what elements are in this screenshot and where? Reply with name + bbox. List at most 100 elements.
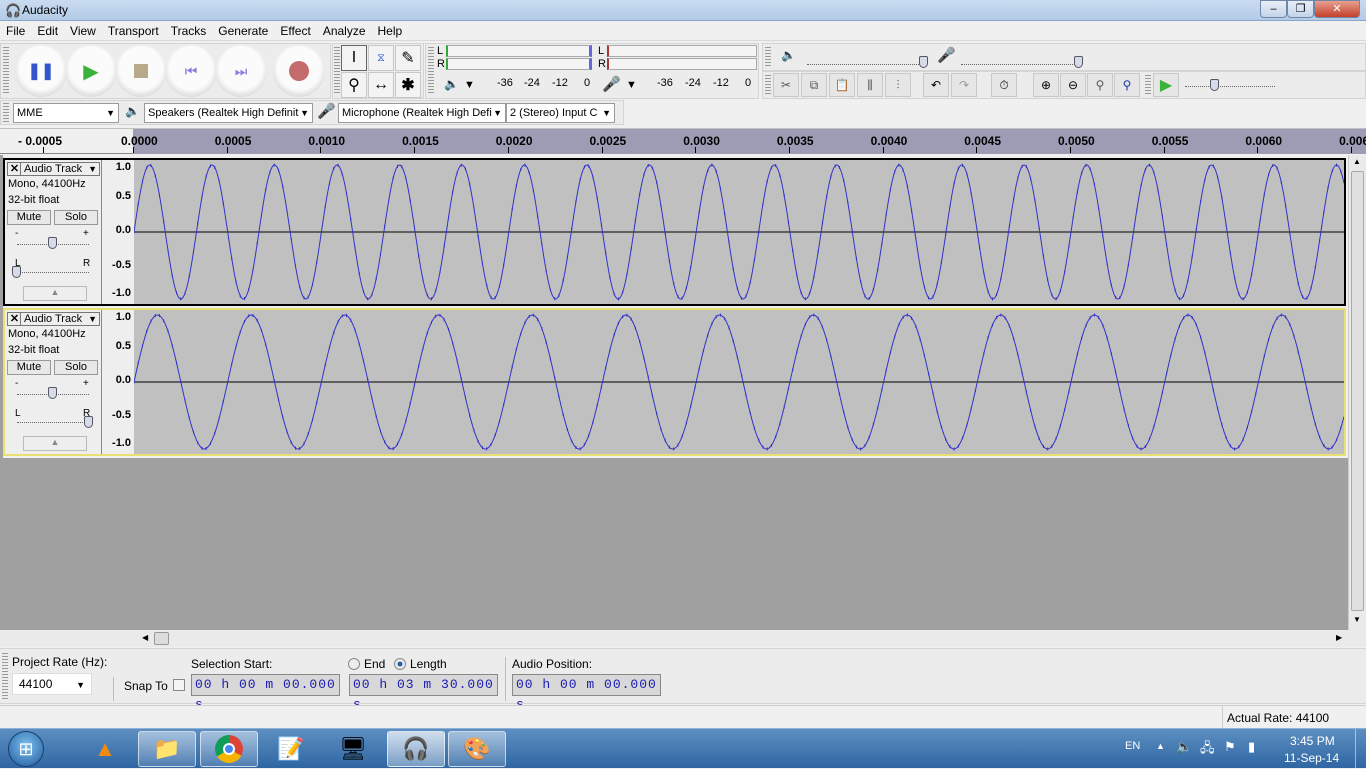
volume-icon[interactable]: 🔈 bbox=[1176, 739, 1192, 755]
timeline-ruler[interactable]: - 0.0005 0.0000 0.0005 0.0010 0.0015 0.0020 0.… bbox=[0, 128, 1366, 154]
project-rate-select[interactable]: 44100 ▼ bbox=[12, 673, 92, 695]
trim-audio-button[interactable]: ⫼ bbox=[857, 73, 883, 97]
taskbar-audacity[interactable]: 🎧 bbox=[387, 731, 445, 767]
audio-track[interactable]: ✕ Audio Track ▼ Mono, 44100Hz 32-bit flo… bbox=[3, 308, 1346, 456]
snap-to-checkbox[interactable] bbox=[173, 679, 185, 691]
vertical-scale[interactable]: 1.0 0.5 0.0 -0.5 -1.0 bbox=[102, 160, 134, 304]
fit-project-button[interactable]: ⚲ bbox=[1114, 73, 1140, 97]
toolbar-grip[interactable] bbox=[334, 47, 340, 95]
menu-edit[interactable]: Edit bbox=[31, 22, 64, 38]
audio-track[interactable]: ✕ Audio Track ▼ Mono, 44100Hz 32-bit flo… bbox=[3, 158, 1346, 306]
trim-button[interactable]: ✂ bbox=[773, 73, 799, 97]
paste-button[interactable]: 📋 bbox=[829, 73, 855, 97]
record-meter-left[interactable] bbox=[607, 45, 757, 57]
network-icon[interactable]: 🖧 bbox=[1200, 739, 1215, 761]
menu-generate[interactable]: Generate bbox=[212, 22, 274, 38]
playback-meter-menu[interactable]: ▼ bbox=[464, 79, 475, 91]
waveform-area[interactable] bbox=[133, 160, 1345, 304]
playback-volume-slider[interactable] bbox=[807, 64, 925, 65]
mute-button[interactable]: Mute bbox=[7, 210, 51, 225]
timeshift-tool[interactable]: ↔ bbox=[368, 72, 394, 98]
record-meter-right[interactable] bbox=[607, 58, 757, 70]
selection-length-field[interactable]: 00 h 03 m 30.000 s bbox=[349, 674, 498, 712]
vertical-scale[interactable]: 1.0 0.5 0.0 -0.5 -1.0 bbox=[102, 310, 134, 454]
collapse-track-button[interactable]: ▲ bbox=[23, 286, 87, 301]
track-name-menu[interactable]: ✕ Audio Track ▼ bbox=[7, 312, 100, 326]
clock-time[interactable]: 3:45 PM bbox=[1290, 734, 1335, 748]
end-radio[interactable] bbox=[348, 658, 360, 670]
menu-transport[interactable]: Transport bbox=[102, 22, 165, 38]
menu-effect[interactable]: Effect bbox=[274, 22, 316, 38]
toolbar-grip[interactable] bbox=[765, 47, 771, 67]
scroll-down-icon[interactable]: ▼ bbox=[1353, 615, 1361, 624]
clock-date[interactable]: 11-Sep-14 bbox=[1284, 751, 1339, 765]
menu-view[interactable]: View bbox=[64, 22, 102, 38]
multi-tool[interactable]: ✱ bbox=[395, 72, 421, 98]
record-volume-slider[interactable] bbox=[961, 64, 1079, 65]
zoom-tool[interactable]: ⚲ bbox=[341, 72, 367, 98]
track-control-panel[interactable]: ✕ Audio Track ▼ Mono, 44100Hz 32-bit flo… bbox=[5, 160, 102, 304]
playback-meter-right[interactable] bbox=[446, 58, 592, 70]
undo-button[interactable]: ↶ bbox=[923, 73, 949, 97]
record-meter-menu[interactable]: ▼ bbox=[626, 79, 637, 91]
vertical-scrollbar[interactable]: ▲ ▼ bbox=[1348, 155, 1366, 630]
waveform-area[interactable] bbox=[133, 310, 1345, 454]
taskbar-chrome[interactable] bbox=[200, 731, 258, 767]
scroll-right-icon[interactable]: ▶ bbox=[1336, 633, 1342, 642]
show-desktop-button[interactable] bbox=[1355, 729, 1366, 769]
pause-button[interactable]: ❚❚ bbox=[15, 45, 67, 97]
toolbar-grip[interactable] bbox=[3, 47, 9, 95]
toolbar-grip[interactable] bbox=[1145, 75, 1151, 95]
close-track-button[interactable]: ✕ bbox=[9, 163, 21, 175]
play-button[interactable]: ▶ bbox=[65, 45, 117, 97]
play-at-speed-button[interactable]: ▶ bbox=[1153, 73, 1179, 97]
horizontal-scroll-thumb[interactable] bbox=[154, 632, 169, 645]
playback-volume-thumb[interactable] bbox=[919, 56, 928, 68]
close-track-button[interactable]: ✕ bbox=[9, 313, 21, 325]
scroll-left-icon[interactable]: ◀ bbox=[142, 633, 148, 642]
sync-lock-button[interactable]: ⏱ bbox=[991, 73, 1017, 97]
stop-button[interactable] bbox=[115, 45, 167, 97]
audio-host-select[interactable]: MME ▼ bbox=[13, 103, 119, 123]
pan-slider-thumb[interactable] bbox=[84, 416, 93, 428]
gain-slider-thumb[interactable] bbox=[48, 237, 57, 249]
collapse-track-button[interactable]: ▲ bbox=[23, 436, 87, 451]
input-device-select[interactable]: Microphone (Realtek High Defi ▼ bbox=[338, 103, 506, 123]
menu-analyze[interactable]: Analyze bbox=[317, 22, 372, 38]
zoom-out-button[interactable]: ⊖ bbox=[1060, 73, 1086, 97]
taskbar-vlc[interactable]: ▲ bbox=[76, 731, 134, 767]
zoom-in-button[interactable]: ⊕ bbox=[1033, 73, 1059, 97]
track-control-panel[interactable]: ✕ Audio Track ▼ Mono, 44100Hz 32-bit flo… bbox=[5, 310, 102, 454]
envelope-tool[interactable]: ⧖ bbox=[368, 45, 394, 71]
scroll-up-icon[interactable]: ▲ bbox=[1353, 157, 1361, 166]
vertical-scroll-thumb[interactable] bbox=[1351, 171, 1364, 611]
taskbar-paint[interactable]: 🎨 bbox=[448, 731, 506, 767]
minimize-button[interactable]: ‒ bbox=[1260, 0, 1287, 18]
pan-slider-thumb[interactable] bbox=[12, 266, 21, 278]
horizontal-scrollbar[interactable]: ◀ ▶ bbox=[0, 630, 1366, 647]
record-volume-thumb[interactable] bbox=[1074, 56, 1083, 68]
show-hidden-icons[interactable]: ▲ bbox=[1156, 741, 1165, 751]
taskbar-notepad[interactable]: 📝 bbox=[262, 731, 320, 767]
solo-button[interactable]: Solo bbox=[54, 210, 98, 225]
record-button[interactable] bbox=[273, 45, 325, 97]
toolbar-grip[interactable] bbox=[765, 75, 771, 95]
skip-to-end-button[interactable]: ⏭ bbox=[215, 45, 267, 97]
redo-button[interactable]: ↷ bbox=[951, 73, 977, 97]
menu-help[interactable]: Help bbox=[372, 22, 409, 38]
play-speed-slider[interactable] bbox=[1185, 86, 1275, 87]
play-speed-thumb[interactable] bbox=[1210, 79, 1219, 91]
length-radio[interactable] bbox=[394, 658, 406, 670]
solo-button[interactable]: Solo bbox=[54, 360, 98, 375]
track-name-menu[interactable]: ✕ Audio Track ▼ bbox=[7, 162, 100, 176]
copy-button[interactable]: ⧉ bbox=[801, 73, 827, 97]
menu-tracks[interactable]: Tracks bbox=[165, 22, 213, 38]
toolbar-grip[interactable] bbox=[2, 653, 8, 699]
pan-slider[interactable] bbox=[17, 272, 89, 273]
playback-meter-left[interactable] bbox=[446, 45, 592, 57]
menu-file[interactable]: File bbox=[0, 22, 31, 38]
skip-to-start-button[interactable]: ⏮ bbox=[165, 45, 217, 97]
toolbar-grip[interactable] bbox=[3, 103, 9, 122]
audio-position-field[interactable]: 00 h 00 m 00.000 s bbox=[512, 674, 661, 712]
taskbar-explorer[interactable]: 📁 bbox=[138, 731, 196, 767]
